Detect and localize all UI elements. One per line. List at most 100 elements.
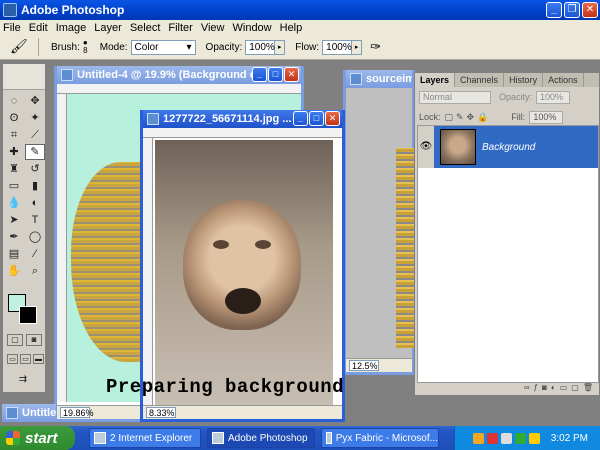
restore-button[interactable]: ❐ [564, 2, 580, 18]
marquee-tool-icon[interactable]: ◌ [4, 93, 24, 109]
tab-actions[interactable]: Actions [543, 73, 584, 87]
type-tool-icon[interactable]: T [25, 212, 45, 228]
standard-mode-icon[interactable]: ▢ [7, 334, 23, 346]
jpg-window-titlebar[interactable]: 1277722_56671114.jpg ... _ □ ✕ [143, 110, 342, 128]
healing-brush-tool-icon[interactable]: ✚ [4, 144, 24, 160]
eraser-tool-icon[interactable]: ▭ [4, 178, 24, 194]
flow-slider-arrow-icon[interactable]: ▸ [352, 39, 363, 55]
source-zoom-field[interactable]: 12.5% [349, 360, 379, 371]
tab-history[interactable]: History [504, 73, 544, 87]
layer-row-background[interactable]: 👁 Background [418, 126, 598, 168]
brush-tool-button-icon[interactable]: ✎ [25, 144, 45, 160]
document-icon [350, 73, 362, 85]
flow-input[interactable]: 100% [322, 39, 353, 55]
notes-tool-icon[interactable]: ▤ [4, 246, 24, 262]
jpg-window-title: 1277722_56671114.jpg ... [163, 113, 292, 125]
brush-preset-picker[interactable]: ● 8 [83, 39, 88, 55]
source-window-titlebar[interactable]: sourceimag [346, 70, 412, 88]
screen-mode-standard-icon[interactable]: ▭ [7, 354, 18, 364]
divider [38, 38, 39, 56]
screen-mode-full-icon[interactable]: ▬ [33, 354, 44, 364]
layer-name: Background [482, 141, 536, 153]
link-layers-icon[interactable]: ∞ [524, 383, 530, 395]
tray-update-icon[interactable] [514, 432, 526, 444]
opacity-slider-arrow-icon[interactable]: ▸ [275, 39, 286, 55]
adjustment-layer-icon[interactable]: ◐ [551, 383, 556, 395]
gradient-tool-icon[interactable]: ▮ [25, 178, 45, 194]
tray-app-icon[interactable] [472, 432, 484, 444]
jpg-canvas[interactable] [155, 140, 333, 406]
menu-edit[interactable]: Edit [29, 22, 48, 34]
source-canvas[interactable] [346, 88, 418, 361]
screen-mode-full-menu-icon[interactable]: ▭ [20, 354, 31, 364]
menu-window[interactable]: Window [233, 22, 272, 34]
lasso-tool-icon[interactable]: ʘ [4, 110, 24, 126]
eyedropper-tool-icon[interactable]: ⁄ [25, 246, 45, 262]
mode-select[interactable]: Color ▾ [130, 39, 196, 55]
lock-options-icon[interactable]: ▢✎✥🔒 [445, 112, 492, 123]
menu-filter[interactable]: Filter [168, 22, 192, 34]
quick-mask-mode-icon[interactable]: ◙ [26, 334, 42, 346]
jpg-zoom-field[interactable]: 8.33% [146, 407, 176, 418]
tab-channels[interactable]: Channels [455, 73, 505, 87]
tray-security-icon[interactable] [486, 432, 498, 444]
untitled-maximize-button[interactable]: □ [268, 67, 283, 82]
start-button[interactable]: start [0, 426, 75, 450]
jpg-maximize-button[interactable]: □ [309, 111, 324, 126]
clone-stamp-tool-icon[interactable]: ♜ [4, 161, 24, 177]
menu-image[interactable]: Image [56, 22, 87, 34]
task-internet-explorer[interactable]: 2 Internet Explorer [89, 428, 201, 448]
untitled-close-button[interactable]: ✕ [284, 67, 299, 82]
tab-layers[interactable]: Layers [415, 73, 456, 87]
source-window-title: sourceimag [366, 73, 412, 85]
jump-to-imageready-icon[interactable]: ⇉ [13, 372, 33, 388]
crop-tool-icon[interactable]: ⌗ [4, 127, 24, 143]
menu-select[interactable]: Select [130, 22, 161, 34]
layer-mask-icon[interactable]: ◙ [542, 383, 547, 395]
menu-bar: File Edit Image Layer Select Filter View… [0, 20, 600, 35]
history-brush-tool-icon[interactable]: ↺ [25, 161, 45, 177]
blur-tool-icon[interactable]: 💧 [4, 195, 24, 211]
layer-style-icon[interactable]: ƒ [534, 383, 538, 395]
new-layer-icon[interactable]: ▢ [571, 383, 579, 395]
close-button[interactable]: ✕ [582, 2, 598, 18]
minimize-button[interactable]: _ [546, 2, 562, 18]
tray-volume-icon[interactable] [528, 432, 540, 444]
source-document-window[interactable]: sourceimag 12.5% [343, 70, 418, 375]
menu-help[interactable]: Help [280, 22, 303, 34]
jpg-minimize-button[interactable]: _ [293, 111, 308, 126]
untitled-window-titlebar[interactable]: Untitled-4 @ 19.9% (Background c... _ □ … [57, 66, 301, 84]
brush-tool-icon[interactable]: 🖌 [10, 38, 32, 56]
dodge-tool-icon[interactable]: ◐ [25, 195, 45, 211]
menu-layer[interactable]: Layer [94, 22, 122, 34]
untitled-minimize-button[interactable]: _ [252, 67, 267, 82]
slice-tool-icon[interactable]: ⟋ [25, 127, 45, 143]
trash-icon[interactable]: 🗑 [583, 383, 593, 395]
magic-wand-tool-icon[interactable]: ✦ [25, 110, 45, 126]
blend-opacity-row: Normal Opacity: 100% [415, 87, 599, 107]
path-selection-tool-icon[interactable]: ➤ [4, 212, 24, 228]
fill-input[interactable]: 100% [529, 110, 564, 124]
menu-view[interactable]: View [201, 22, 225, 34]
layer-opacity-input[interactable]: 100% [536, 90, 571, 104]
new-group-icon[interactable]: ▭ [560, 383, 568, 395]
jpg-close-button[interactable]: ✕ [325, 111, 340, 126]
blend-mode-select[interactable]: Normal [419, 90, 491, 104]
task-adobe-photoshop[interactable]: Adobe Photoshop [207, 428, 315, 448]
minimized-document-window[interactable]: Untitle... [2, 404, 56, 422]
tray-network-icon[interactable] [500, 432, 512, 444]
background-color-swatch[interactable] [19, 306, 37, 324]
opacity-input[interactable]: 100% [245, 39, 276, 55]
task-pyx-fabric[interactable]: Pyx Fabric - Microsof... [321, 428, 439, 448]
layers-panel-footer: ∞ ƒ ◙ ◐ ▭ ▢ 🗑 [415, 383, 599, 395]
zoom-tool-icon[interactable]: ⌕ [25, 263, 45, 279]
menu-file[interactable]: File [3, 22, 21, 34]
pen-tool-icon[interactable]: ✒ [4, 229, 24, 245]
eye-visibility-icon[interactable]: 👁 [418, 126, 434, 168]
shape-tool-icon[interactable]: ◯ [25, 229, 45, 245]
move-tool-icon[interactable]: ✥ [25, 93, 45, 109]
untitled-zoom-field[interactable]: 19.86% [60, 407, 94, 418]
minimized-window-titlebar[interactable]: Untitle... [2, 404, 56, 422]
hand-tool-icon[interactable]: ✋ [4, 263, 24, 279]
airbrush-icon[interactable]: ✑ [370, 39, 381, 55]
